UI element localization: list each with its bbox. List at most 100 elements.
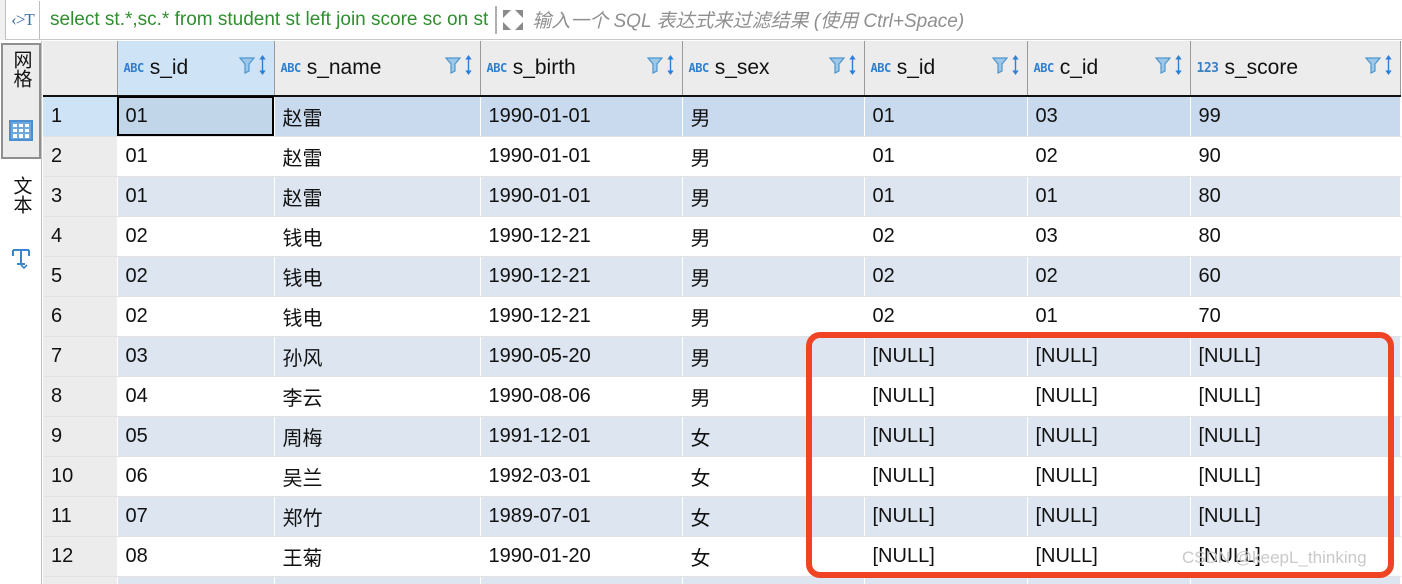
- cell-s_birth-2[interactable]: 1990-05-20: [480, 336, 683, 377]
- cell-s_id-0[interactable]: 03: [117, 336, 275, 377]
- cell-c_id-5[interactable]: [NULL]: [1027, 536, 1191, 577]
- filter-icon[interactable]: [646, 55, 663, 81]
- table-row[interactable]: 12 08 王菊 1990-01-20 女 [NULL] [NULL] [NULL]: [43, 536, 1401, 577]
- sort-icon[interactable]: [257, 54, 268, 82]
- cell-s_score-6[interactable]: [1190, 576, 1401, 584]
- row-number[interactable]: 9: [43, 416, 118, 457]
- sort-icon[interactable]: [665, 54, 676, 82]
- table-row[interactable]: 5 02 钱电 1990-12-21 男 02 02 60: [43, 256, 1401, 297]
- column-header-c_id-5[interactable]: ABC c_id: [1027, 41, 1191, 97]
- filter-icon[interactable]: [1364, 55, 1381, 81]
- cell-s_id-4[interactable]: 01: [864, 136, 1028, 177]
- cell-s_id-0[interactable]: 02: [117, 296, 275, 337]
- cell-s_birth-2[interactable]: 1990-12-21: [480, 296, 683, 337]
- cell-s_id-4[interactable]: 01: [864, 96, 1028, 137]
- rownum-column-header[interactable]: [43, 41, 118, 97]
- column-header-s_birth-2[interactable]: ABC s_birth: [480, 41, 683, 97]
- cell-s_score-6[interactable]: 70: [1190, 296, 1401, 337]
- filter-icon[interactable]: [991, 55, 1008, 81]
- cell-s_name-1[interactable]: 吴兰: [274, 456, 481, 497]
- column-header-s_sex-3[interactable]: ABC s_sex: [682, 41, 865, 97]
- tab-grid[interactable]: 网格: [1, 43, 41, 159]
- cell-s_name-1[interactable]: [274, 576, 481, 584]
- cell-s_score-6[interactable]: 80: [1190, 216, 1401, 257]
- row-number[interactable]: 13: [43, 576, 118, 584]
- cell-s_sex-3[interactable]: 男: [682, 136, 865, 177]
- cell-s_id-4[interactable]: 02: [864, 256, 1028, 297]
- cell-s_birth-2[interactable]: 1990-01-01: [480, 96, 683, 137]
- table-row[interactable]: 3 01 赵雷 1990-01-01 男 01 01 80: [43, 176, 1401, 217]
- cell-s_id-4[interactable]: [NULL]: [864, 336, 1028, 377]
- row-number[interactable]: 2: [43, 136, 118, 177]
- cell-s_score-6[interactable]: [NULL]: [1190, 336, 1401, 377]
- sql-editor-icon[interactable]: ‹>T: [6, 0, 40, 39]
- sort-icon[interactable]: [1173, 54, 1184, 82]
- cell-c_id-5[interactable]: 01: [1027, 176, 1191, 217]
- table-row[interactable]: 8 04 李云 1990-08-06 男 [NULL] [NULL] [NULL]: [43, 376, 1401, 417]
- filter-icon[interactable]: [828, 55, 845, 81]
- cell-c_id-5[interactable]: [NULL]: [1027, 336, 1191, 377]
- table-row[interactable]: 11 07 郑竹 1989-07-01 女 [NULL] [NULL] [NULL]: [43, 496, 1401, 537]
- cell-s_name-1[interactable]: 钱电: [274, 296, 481, 337]
- cell-s_id-0[interactable]: 07: [117, 496, 275, 537]
- cell-s_sex-3[interactable]: 男: [682, 176, 865, 217]
- cell-c_id-5[interactable]: [NULL]: [1027, 456, 1191, 497]
- cell-s_sex-3[interactable]: 女: [682, 456, 865, 497]
- cell-s_sex-3[interactable]: 男: [682, 296, 865, 337]
- cell-c_id-5[interactable]: [NULL]: [1027, 416, 1191, 457]
- table-row[interactable]: 2 01 赵雷 1990-01-01 男 01 02 90: [43, 136, 1401, 177]
- cell-s_score-6[interactable]: [NULL]: [1190, 496, 1401, 537]
- cell-s_id-4[interactable]: [NULL]: [864, 536, 1028, 577]
- cell-c_id-5[interactable]: 01: [1027, 296, 1191, 337]
- sort-icon[interactable]: [1383, 54, 1394, 82]
- cell-s_score-6[interactable]: 99: [1190, 96, 1401, 137]
- table-row[interactable]: 9 05 周梅 1991-12-01 女 [NULL] [NULL] [NULL]: [43, 416, 1401, 457]
- table-row[interactable]: 13: [43, 576, 1401, 584]
- cell-s_score-6[interactable]: [NULL]: [1190, 376, 1401, 417]
- cell-s_id-4[interactable]: 02: [864, 296, 1028, 337]
- cell-s_id-0[interactable]: 01: [117, 176, 275, 217]
- row-number[interactable]: 10: [43, 456, 118, 497]
- cell-s_name-1[interactable]: 钱电: [274, 256, 481, 297]
- cell-s_id-4[interactable]: [864, 576, 1028, 584]
- cell-s_name-1[interactable]: 王菊: [274, 536, 481, 577]
- sort-icon[interactable]: [847, 54, 858, 82]
- filter-icon[interactable]: [444, 55, 461, 81]
- cell-s_id-0[interactable]: 05: [117, 416, 275, 457]
- row-number[interactable]: 4: [43, 216, 118, 257]
- row-number[interactable]: 12: [43, 536, 118, 577]
- cell-s_name-1[interactable]: 赵雷: [274, 176, 481, 217]
- filter-icon[interactable]: [1154, 55, 1171, 81]
- cell-s_id-0[interactable]: [117, 576, 275, 584]
- cell-c_id-5[interactable]: [1027, 576, 1191, 584]
- cell-s_name-1[interactable]: 赵雷: [274, 96, 481, 137]
- filter-expression-input[interactable]: 输入一个 SQL 表达式来过滤结果 (使用 Ctrl+Space): [532, 6, 1402, 33]
- tab-text[interactable]: 文本: [1, 171, 41, 281]
- cell-s_id-4[interactable]: 01: [864, 176, 1028, 217]
- cell-s_sex-3[interactable]: 男: [682, 96, 865, 137]
- cell-s_id-0[interactable]: 04: [117, 376, 275, 417]
- cell-s_birth-2[interactable]: 1989-07-01: [480, 496, 683, 537]
- cell-s_id-0[interactable]: 02: [117, 216, 275, 257]
- cell-s_id-0[interactable]: 01: [117, 136, 275, 177]
- cell-c_id-5[interactable]: 02: [1027, 256, 1191, 297]
- cell-c_id-5[interactable]: 03: [1027, 216, 1191, 257]
- cell-s_score-6[interactable]: [NULL]: [1190, 456, 1401, 497]
- sort-icon[interactable]: [1010, 54, 1021, 82]
- cell-s_id-4[interactable]: [NULL]: [864, 496, 1028, 537]
- table-row[interactable]: 6 02 钱电 1990-12-21 男 02 01 70: [43, 296, 1401, 337]
- cell-c_id-5[interactable]: [NULL]: [1027, 496, 1191, 537]
- cell-s_birth-2[interactable]: 1990-01-01: [480, 136, 683, 177]
- row-number[interactable]: 8: [43, 376, 118, 417]
- cell-s_name-1[interactable]: 周梅: [274, 416, 481, 457]
- cell-s_sex-3[interactable]: 女: [682, 416, 865, 457]
- row-number[interactable]: 3: [43, 176, 118, 217]
- cell-s_birth-2[interactable]: [480, 576, 683, 584]
- row-number[interactable]: 11: [43, 496, 118, 537]
- table-row[interactable]: 4 02 钱电 1990-12-21 男 02 03 80: [43, 216, 1401, 257]
- cell-s_score-6[interactable]: 80: [1190, 176, 1401, 217]
- cell-s_score-6[interactable]: 90: [1190, 136, 1401, 177]
- results-grid[interactable]: ABC s_id ABC s_name ABC s_birth ABC s_sex ABC s_i…: [43, 41, 1402, 584]
- column-header-s_score-6[interactable]: 123 s_score: [1190, 41, 1401, 97]
- cell-s_sex-3[interactable]: 女: [682, 496, 865, 537]
